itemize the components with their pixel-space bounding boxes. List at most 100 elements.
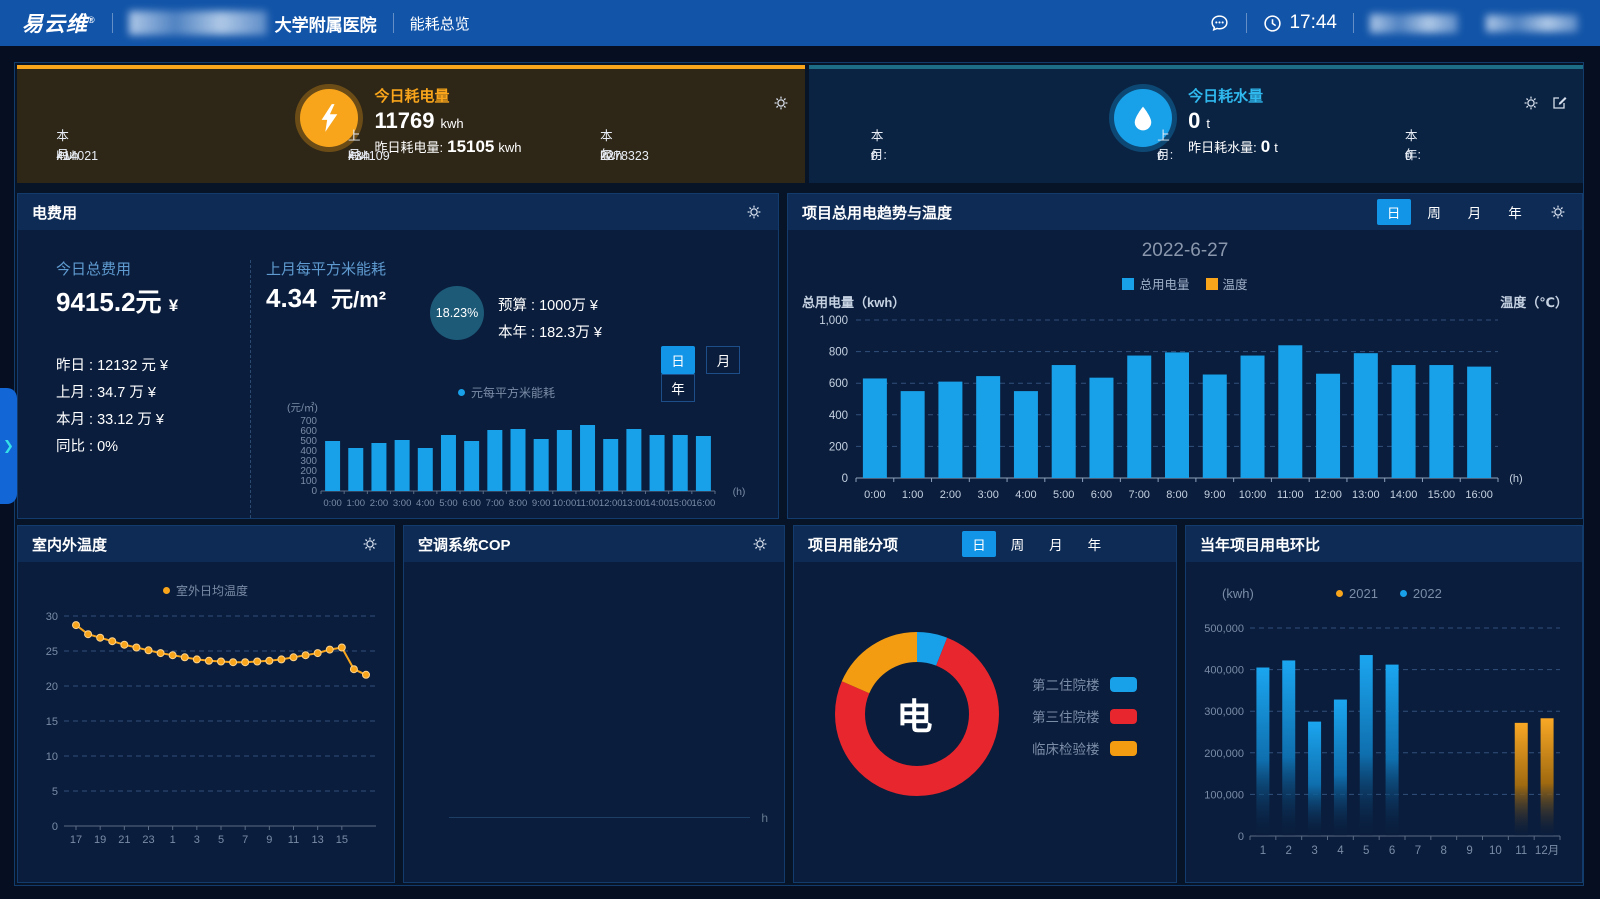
today-water-card: 今日耗水量 0t 昨日耗水量:0t 本月: 0 t 上月: 0 t 本年: 0 … — [809, 65, 1583, 183]
gear-icon[interactable] — [1550, 204, 1566, 225]
today-electricity-value: 11769kwh — [374, 108, 521, 134]
today-electricity-card: 今日耗电量 11769kwh 昨日耗电量:15105kwh 本月: 414021… — [17, 65, 805, 183]
svg-text:7:00: 7:00 — [486, 498, 505, 509]
panel-header: 项目用能分项 日 周 月 年 — [794, 526, 1176, 562]
svg-text:19: 19 — [94, 834, 106, 846]
tab-day[interactable]: 日 — [661, 346, 695, 374]
yesterday-water: 昨日耗水量:0t — [1188, 137, 1278, 157]
svg-text:1: 1 — [1260, 845, 1266, 857]
svg-text:300,000: 300,000 — [1204, 706, 1244, 718]
svg-text:800: 800 — [829, 347, 848, 359]
tab-day[interactable]: 日 — [962, 531, 996, 557]
divider — [393, 13, 394, 33]
svg-text:7: 7 — [1415, 845, 1421, 857]
sidebar-expand-handle[interactable]: ❯ — [0, 388, 17, 504]
panel-header: 电费用 — [18, 194, 778, 230]
svg-text:6: 6 — [1389, 845, 1395, 857]
nav-menu-energy-overview[interactable]: 能耗总览 — [410, 13, 470, 34]
svg-text:5:00: 5:00 — [1053, 489, 1074, 501]
temperature-line-chart: 0510152025301719212313579111315 — [24, 598, 390, 876]
svg-text:2:00: 2:00 — [370, 498, 389, 509]
svg-text:400,000: 400,000 — [1204, 665, 1244, 677]
trend-tab-group: 日 周 月 年 — [1375, 199, 1532, 225]
temp-legend: 室外日均温度 — [163, 582, 248, 599]
svg-text:0: 0 — [1238, 831, 1244, 843]
svg-text:10:00: 10:00 — [1239, 489, 1267, 501]
temperature-panel: 室内外温度 室外日均温度 051015202530171921231357911… — [17, 525, 395, 883]
svg-text:10: 10 — [46, 751, 58, 763]
tab-year[interactable]: 年 — [661, 374, 695, 402]
today-cost-value: 9415.2元 ¥ — [56, 282, 178, 319]
panel-title: 当年项目用电环比 — [1186, 534, 1320, 555]
power-trend-panel: 项目总用电趋势与温度 日 周 月 年 2022-6-27 总用电量 温度 总用电… — [787, 193, 1583, 519]
svg-text:(h): (h) — [1509, 473, 1522, 485]
legend-swatch — [1122, 278, 1134, 290]
svg-text:15:00: 15:00 — [668, 498, 692, 509]
svg-text:14:00: 14:00 — [645, 498, 669, 509]
svg-text:4: 4 — [1337, 845, 1344, 857]
svg-text:200: 200 — [300, 466, 317, 477]
year-cost-value: 本年 : 182.3万 ¥ — [498, 321, 602, 342]
svg-text:14:00: 14:00 — [1390, 489, 1418, 501]
svg-text:1,000: 1,000 — [819, 315, 848, 327]
gear-icon[interactable] — [752, 536, 768, 557]
divider — [112, 13, 113, 33]
censored-account — [1486, 15, 1578, 32]
gear-icon[interactable] — [362, 536, 378, 557]
cost-tab-group: 日 月 年 — [654, 346, 778, 402]
empty-chart-axis — [449, 817, 750, 818]
yoy-bar-chart: 0100,000200,000300,000400,000500,0001234… — [1190, 608, 1580, 876]
trend-legend: 总用电量 温度 — [788, 274, 1582, 293]
svg-text:21: 21 — [118, 834, 130, 846]
panel-title: 室内外温度 — [18, 534, 107, 555]
today-cost-label: 今日总费用 — [56, 258, 131, 279]
svg-text:(h): (h) — [733, 486, 746, 498]
tab-year[interactable]: 年 — [1498, 199, 1532, 225]
divider — [250, 260, 251, 518]
tab-month[interactable]: 月 — [1458, 199, 1492, 225]
tab-week[interactable]: 周 — [1417, 199, 1451, 225]
svg-text:0: 0 — [311, 486, 317, 497]
pie-tab-group: 日 周 月 年 — [962, 531, 1111, 557]
svg-text:16:00: 16:00 — [692, 498, 716, 509]
svg-text:11: 11 — [288, 834, 299, 846]
svg-text:7:00: 7:00 — [1129, 489, 1150, 501]
panel-header: 空调系统COP — [404, 526, 784, 562]
svg-text:9:00: 9:00 — [1204, 489, 1225, 501]
right-axis-label: 温度（℃） — [1500, 292, 1568, 311]
svg-text:15:00: 15:00 — [1428, 489, 1456, 501]
svg-text:23: 23 — [142, 834, 154, 846]
tab-day[interactable]: 日 — [1377, 199, 1411, 225]
svg-text:200: 200 — [829, 441, 848, 453]
svg-text:0:00: 0:00 — [323, 498, 342, 509]
svg-text:11: 11 — [1515, 845, 1527, 857]
svg-text:10:00: 10:00 — [552, 498, 576, 509]
sqm-value: 4.34 元/m² — [266, 282, 386, 314]
legend-2022: 2022 — [1400, 586, 1442, 601]
y-unit-label: (kwh) — [1222, 586, 1254, 601]
svg-text:16:00: 16:00 — [1465, 489, 1493, 501]
svg-text:15: 15 — [46, 716, 58, 728]
svg-text:100,000: 100,000 — [1204, 789, 1244, 801]
svg-text:0: 0 — [842, 473, 848, 485]
svg-text:15: 15 — [336, 834, 348, 846]
svg-text:10: 10 — [1489, 845, 1502, 857]
gear-icon[interactable] — [746, 204, 762, 225]
top-navbar: 易云维® 大学附属医院 能耗总览 17:44 — [0, 0, 1600, 46]
tab-month[interactable]: 月 — [706, 346, 740, 374]
panel-title: 空调系统COP — [404, 534, 511, 555]
svg-text:3: 3 — [194, 834, 200, 846]
message-icon[interactable] — [1209, 13, 1230, 34]
divider — [1246, 13, 1247, 33]
chevron-right-icon: ❯ — [3, 438, 14, 454]
svg-text:17: 17 — [70, 834, 82, 846]
panel-title: 电费用 — [18, 202, 77, 223]
panel-header: 当年项目用电环比 — [1186, 526, 1582, 562]
tab-month[interactable]: 月 — [1039, 531, 1073, 557]
tab-week[interactable]: 周 — [1000, 531, 1034, 557]
svg-text:12:00: 12:00 — [1314, 489, 1342, 501]
svg-text:13: 13 — [312, 834, 324, 846]
tab-year[interactable]: 年 — [1077, 531, 1111, 557]
svg-text:500: 500 — [300, 436, 317, 447]
svg-text:5: 5 — [52, 786, 58, 798]
